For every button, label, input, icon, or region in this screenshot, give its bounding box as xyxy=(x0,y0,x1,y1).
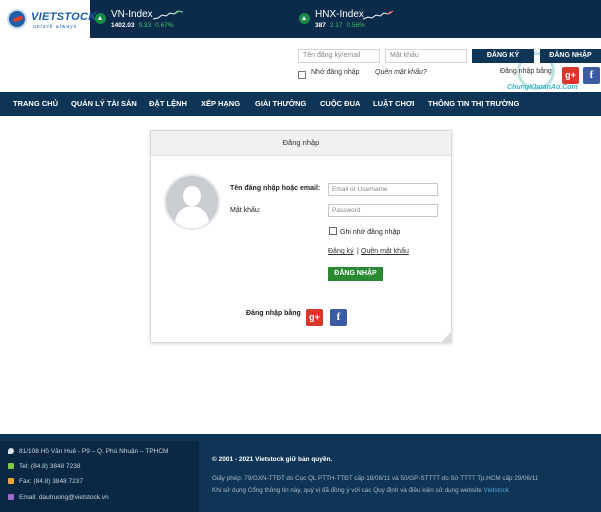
header-username-input[interactable]: Tên đăng ký/email xyxy=(298,49,380,63)
logo-subtitle: unlock always xyxy=(33,24,78,30)
header-social-label: Đăng nhập bằng xyxy=(500,68,552,75)
up-arrow-icon xyxy=(299,13,310,24)
footer-brand-link[interactable]: Vietstock xyxy=(483,487,508,494)
watermark-text: ChungKhoanAo.Com xyxy=(507,84,578,91)
google-plus-icon[interactable]: g+ xyxy=(562,67,579,84)
facebook-icon[interactable]: f xyxy=(583,67,600,84)
header-remember-label: Nhớ đăng nhập xyxy=(311,69,360,76)
phone-icon xyxy=(8,463,14,470)
ticker-name: HNX-Index xyxy=(315,9,364,20)
ticker-change: 9.33 xyxy=(138,22,152,29)
header-remember-checkbox[interactable] xyxy=(298,71,306,79)
logo-text: VIETSTOCK xyxy=(31,11,97,23)
logo[interactable]: VIETSTOCK unlock always xyxy=(0,0,96,38)
ticker-index-value: 1402.03 xyxy=(111,22,135,29)
fax-icon xyxy=(8,478,14,485)
nav-item-prizes[interactable]: GIẢI THƯỞNG xyxy=(255,92,306,116)
ticker-vn-index[interactable]: VN-Index 1402.03 9.33 0.67% xyxy=(91,0,291,38)
password-label: Mật khẩu: xyxy=(230,207,261,214)
footer-tel-text: Tel: (84.8) 3848 7238 xyxy=(19,463,81,470)
footer-address-text: 81/108 Hồ Văn Huê - P9 – Q. Phú Nhuận – … xyxy=(19,448,169,455)
mail-icon xyxy=(8,494,14,501)
up-arrow-icon xyxy=(95,13,106,24)
nav-item-rules[interactable]: LUẬT CHƠI xyxy=(373,92,414,116)
remember-checkbox[interactable] xyxy=(329,227,337,235)
ticker-hnx-index[interactable]: HNX-Index 387 2.17 0.56% xyxy=(295,0,495,38)
map-pin-icon xyxy=(8,448,14,455)
page-fold-corner xyxy=(440,331,452,343)
password-input[interactable]: Password xyxy=(328,204,438,217)
main-nav: TRANG CHỦ QUẢN LÝ TÀI SẢN ĐẶT LỆNH XẾP H… xyxy=(0,92,601,116)
top-bar: VIETSTOCK unlock always VN-Index 1402.03… xyxy=(0,0,601,38)
nav-item-assets[interactable]: QUẢN LÝ TÀI SẢN xyxy=(71,92,137,116)
forgot-password-link[interactable]: Quên mật khẩu xyxy=(361,248,409,255)
footer-email-text[interactable]: Email: dautruong@vietstock.vn xyxy=(19,494,109,501)
footer-copyright: © 2001 - 2021 Vietstock giữ bản quyền. xyxy=(212,456,333,463)
google-plus-icon[interactable]: g+ xyxy=(306,309,323,326)
nav-item-market-info[interactable]: THÔNG TIN THỊ TRƯỜNG xyxy=(428,92,519,116)
footer-fax-text: Fax: (84.8) 3848 7237 xyxy=(19,478,83,485)
header-password-input[interactable]: Mật khẩu xyxy=(385,49,467,63)
footer-fax: Fax: (84.8) 3848 7237 xyxy=(8,478,83,485)
nav-item-home[interactable]: TRANG CHỦ xyxy=(13,92,58,116)
footer-note-text: Khi sử dụng Cổng thông tin này, quý vị đ… xyxy=(212,487,482,494)
ticker-value: 387 2.17 0.56% xyxy=(315,22,365,29)
footer-tel: Tel: (84.8) 3848 7238 xyxy=(8,463,80,470)
header-register-button[interactable]: ĐĂNG KÝ xyxy=(472,49,534,63)
footer-note: Khi sử dụng Cổng thông tin này, quý vị đ… xyxy=(212,487,509,494)
ticker-value: 1402.03 9.33 0.67% xyxy=(111,22,174,29)
sparkline-icon xyxy=(363,10,393,20)
sparkline-icon xyxy=(153,10,183,20)
footer-license: Giấy phép: 79/GXN-TTĐT do Cục QL PTTH-TT… xyxy=(212,475,539,482)
logo-mark-icon xyxy=(7,9,27,29)
login-button[interactable]: ĐĂNG NHẬP xyxy=(328,267,383,281)
username-label: Tên đăng nhập hoặc email: xyxy=(230,185,321,192)
ticker-change: 2.17 xyxy=(329,22,343,29)
footer: 81/108 Hồ Văn Huê - P9 – Q. Phú Nhuận – … xyxy=(0,434,601,512)
nav-item-ranking[interactable]: XẾP HẠNG xyxy=(201,92,240,116)
register-link[interactable]: Đăng ký xyxy=(328,248,354,255)
header-forgot-link[interactable]: Quên mật khẩu? xyxy=(375,69,427,76)
header-login: Tên đăng ký/email Mật khẩu ĐĂNG KÝ ĐĂNG … xyxy=(0,38,601,92)
footer-address: 81/108 Hồ Văn Huê - P9 – Q. Phú Nhuận – … xyxy=(8,448,168,455)
nav-item-order[interactable]: ĐẶT LỆNH xyxy=(149,92,187,116)
ticker-index-value: 387 xyxy=(315,22,326,29)
ticker-percent: 0.56% xyxy=(346,22,365,29)
social-login-label: Đăng nhập bằng xyxy=(246,310,301,317)
header-login-button[interactable]: ĐĂNG NHẬP xyxy=(540,49,601,63)
facebook-icon[interactable]: f xyxy=(330,309,347,326)
link-separator: | xyxy=(357,248,359,255)
remember-label: Ghi nhớ đăng nhập xyxy=(340,229,401,236)
username-input[interactable]: Email or Username xyxy=(328,183,438,196)
ticker-name: VN-Index xyxy=(111,9,153,20)
nav-item-race[interactable]: CUỘC ĐUA xyxy=(320,92,360,116)
ticker-percent: 0.67% xyxy=(155,22,174,29)
login-panel-title: Đăng nhập xyxy=(151,131,451,156)
footer-email: Email: dautruong@vietstock.vn xyxy=(8,494,109,501)
avatar-icon xyxy=(164,174,220,230)
login-panel: Đăng nhập Tên đăng nhập hoặc email: Emai… xyxy=(150,130,452,343)
footer-contact: 81/108 Hồ Văn Huê - P9 – Q. Phú Nhuận – … xyxy=(0,441,199,512)
